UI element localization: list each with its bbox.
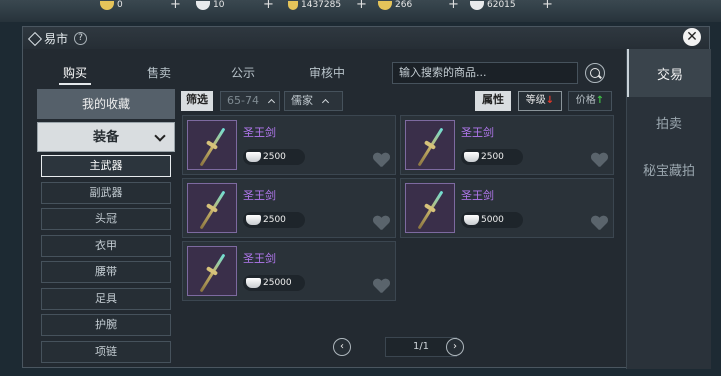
category-label: 装备 xyxy=(92,130,119,145)
favorite-heart-icon[interactable] xyxy=(373,153,390,168)
sword-icon xyxy=(187,120,237,170)
item-name: 圣王剑 xyxy=(243,252,276,265)
search-input[interactable]: 输入搜索的商品... xyxy=(392,62,578,84)
silver-ingot-icon xyxy=(464,152,479,162)
right-nav: 交易 拍卖 秘宝藏拍 xyxy=(626,49,711,369)
favorite-heart-icon[interactable] xyxy=(373,279,390,294)
currency-bar: 0 + 10 + 1437285 + 266 + 62015 + xyxy=(0,0,721,22)
nav-auction[interactable]: 拍卖 xyxy=(627,99,711,145)
item-name: 圣王剑 xyxy=(243,189,276,202)
silver-ingot-icon xyxy=(464,215,479,225)
silver-ingot-icon xyxy=(246,278,261,288)
coin-icon xyxy=(288,0,298,10)
favorite-heart-icon[interactable] xyxy=(591,153,608,168)
add-currency-button[interactable]: + xyxy=(542,0,553,12)
sort-grade-label: 等级 xyxy=(525,95,546,106)
tab-buy[interactable]: 购买 xyxy=(33,61,117,85)
subcategory-belt[interactable]: 腰带 xyxy=(41,261,171,283)
help-button[interactable]: ? xyxy=(74,31,88,45)
item-price: 2500 xyxy=(461,149,523,165)
subcategory-boots[interactable]: 足具 xyxy=(41,287,171,310)
sort-grade-button[interactable]: 等级↓ xyxy=(518,91,562,111)
item-card[interactable]: 圣王剑 2500 xyxy=(182,115,396,175)
favorite-heart-icon[interactable] xyxy=(373,216,390,231)
sort-price-button[interactable]: 价格↑ xyxy=(568,91,612,111)
item-card[interactable]: 圣王剑 2500 xyxy=(182,178,396,238)
arrow-up-icon: ↑ xyxy=(595,95,605,106)
favorite-heart-icon[interactable] xyxy=(591,216,608,231)
subcategory-necklace[interactable]: 项链 xyxy=(41,340,171,363)
subcategory-off-weapon[interactable]: 副武器 xyxy=(41,181,171,204)
sword-icon xyxy=(187,183,237,233)
currency-silver-2: 62015 xyxy=(470,0,516,10)
subcategory-list: 主武器 副武器 头冠 衣甲 腰带 足具 护腕 项链 xyxy=(37,155,177,363)
item-card[interactable]: 圣王剑 25000 xyxy=(182,241,396,301)
level-filter-dropdown[interactable]: 65-74 xyxy=(220,91,280,111)
tab-public[interactable]: 公示 xyxy=(201,61,285,85)
sort-price-label: 价格 xyxy=(575,95,596,106)
nav-treasure-auction[interactable]: 秘宝藏拍 xyxy=(627,145,711,193)
market-tabs: 购买 售卖 公示 审核中 xyxy=(33,61,393,85)
favorites-button[interactable]: 我的收藏 xyxy=(37,89,175,119)
gold-ingot-icon xyxy=(378,0,392,10)
chevron-up-icon xyxy=(321,98,330,107)
item-card[interactable]: 圣王剑 2500 xyxy=(400,115,614,175)
category-dropdown[interactable]: 装备 xyxy=(37,122,175,152)
add-currency-button[interactable]: + xyxy=(448,0,459,12)
currency-gold-2: 266 xyxy=(378,0,412,10)
close-button[interactable]: ✕ xyxy=(683,28,701,46)
window-title: 易市 xyxy=(44,31,69,46)
next-page-button[interactable]: › xyxy=(446,338,464,356)
level-filter-label: 65-74 xyxy=(227,94,259,107)
currency-coin: 1437285 xyxy=(288,0,341,10)
market-diamond-icon xyxy=(28,32,41,45)
silver-ingot-icon xyxy=(470,0,484,10)
sword-icon xyxy=(405,183,455,233)
add-currency-button[interactable]: + xyxy=(356,0,367,12)
arrow-down-icon: ↓ xyxy=(545,95,555,106)
subcategory-main-weapon[interactable]: 主武器 xyxy=(41,155,171,177)
currency-silver: 10 xyxy=(196,0,224,10)
silver-ingot-icon xyxy=(246,215,261,225)
chevron-up-icon xyxy=(267,98,276,107)
silver-ingot-icon xyxy=(196,0,210,10)
currency-gold: 0 xyxy=(100,0,123,10)
item-price: 25000 xyxy=(243,275,305,291)
item-price: 5000 xyxy=(461,212,523,228)
chevron-down-icon xyxy=(154,130,166,142)
sword-icon xyxy=(405,120,455,170)
item-price: 2500 xyxy=(243,212,305,228)
sort-attribute-button[interactable]: 属性 xyxy=(475,91,511,111)
tab-under-review[interactable]: 审核中 xyxy=(285,61,369,85)
school-filter-label: 儒家 xyxy=(291,94,313,107)
item-card[interactable]: 圣王剑 5000 xyxy=(400,178,614,238)
add-currency-button[interactable]: + xyxy=(170,0,181,12)
search-icon[interactable] xyxy=(585,63,605,83)
nav-trade[interactable]: 交易 xyxy=(627,49,711,97)
subcategory-bracers[interactable]: 护腕 xyxy=(41,314,171,336)
sword-icon xyxy=(187,246,237,296)
filter-button[interactable]: 筛选 xyxy=(181,91,213,111)
item-name: 圣王剑 xyxy=(243,126,276,139)
item-name: 圣王剑 xyxy=(461,126,494,139)
item-name: 圣王剑 xyxy=(461,189,494,202)
school-filter-dropdown[interactable]: 儒家 xyxy=(284,91,343,111)
prev-page-button[interactable]: ‹ xyxy=(333,338,351,356)
add-currency-button[interactable]: + xyxy=(263,0,274,12)
gold-ingot-icon xyxy=(100,0,114,10)
category-panel: 我的收藏 装备 主武器 副武器 头冠 衣甲 腰带 足具 护腕 项链 xyxy=(37,89,177,363)
tab-sell[interactable]: 售卖 xyxy=(117,61,201,85)
item-price: 2500 xyxy=(243,149,305,165)
subcategory-armor[interactable]: 衣甲 xyxy=(41,234,171,257)
silver-ingot-icon xyxy=(246,152,261,162)
subcategory-headwear[interactable]: 头冠 xyxy=(41,208,171,230)
title-bar: 易市 ? xyxy=(23,27,709,49)
market-window: 易市 ? ✕ 交易 拍卖 秘宝藏拍 购买 售卖 公示 审核中 输入搜索的商品..… xyxy=(22,26,711,369)
